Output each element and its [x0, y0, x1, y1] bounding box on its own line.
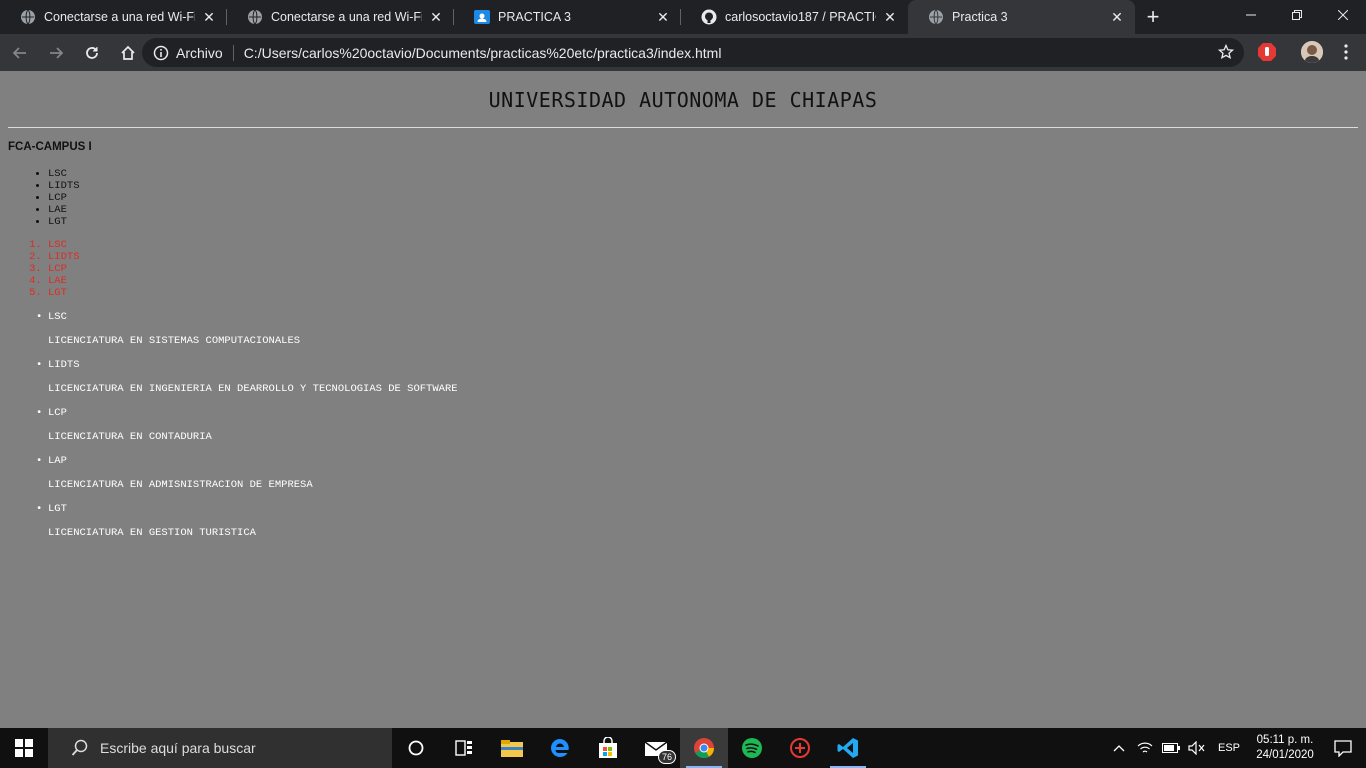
window-controls	[1228, 0, 1366, 30]
store-icon[interactable]	[584, 728, 632, 768]
menu-icon[interactable]	[1338, 43, 1354, 61]
list-item: LIDTS	[48, 251, 80, 263]
bullet: •	[36, 455, 43, 467]
career-description: LICENCIATURA EN ADMISNISTRACION DE EMPRE…	[48, 479, 313, 491]
list-item: LSC	[48, 168, 80, 180]
unordered-list: LSC LIDTS LCP LAE LGT	[48, 168, 80, 228]
windows-taskbar: Escribe aquí para buscar 76 ESP 05:11 p.…	[0, 728, 1366, 768]
close-icon[interactable]: ✕	[428, 9, 444, 25]
avatar[interactable]	[1301, 41, 1323, 63]
tab-wifi-1[interactable]: Conectarse a una red Wi-Fi ✕	[0, 0, 227, 34]
battery-icon[interactable]	[1160, 743, 1182, 753]
close-icon[interactable]: ✕	[201, 9, 217, 25]
page-content: UNIVERSIDAD AUTONOMA DE CHIAPAS FCA-CAMP…	[0, 71, 1366, 728]
tab-title: PRACTICA 3	[498, 10, 571, 24]
cortana-icon[interactable]	[392, 728, 440, 768]
back-icon[interactable]	[4, 39, 36, 67]
tab-title: Conectarse a una red Wi-Fi	[44, 10, 195, 24]
classroom-icon	[474, 9, 490, 25]
edge-icon[interactable]	[536, 728, 584, 768]
github-icon	[701, 9, 717, 25]
list-item: LAE	[48, 275, 80, 287]
chevron-up-icon[interactable]	[1108, 744, 1130, 752]
tab-title: carlosoctavio187 / PRACTICA-3	[725, 10, 876, 24]
clock-time: 05:11 p. m.	[1256, 734, 1314, 746]
career-code: LSC	[48, 311, 67, 323]
globe-icon	[247, 9, 263, 25]
chrome-icon[interactable]	[680, 728, 728, 768]
clock[interactable]: 05:11 p. m. 24/01/2020	[1250, 733, 1320, 763]
notification-icon[interactable]	[1320, 739, 1366, 757]
tab-wifi-2[interactable]: Conectarse a una red Wi-Fi ✕	[227, 0, 454, 34]
taskbar-search-input[interactable]: Escribe aquí para buscar	[48, 728, 392, 768]
adblock-extension-icon[interactable]	[1257, 42, 1277, 62]
file-explorer-icon[interactable]	[488, 728, 536, 768]
tab-strip: Conectarse a una red Wi-Fi ✕ Conectarse …	[0, 0, 1366, 34]
page-subtitle: FCA-CAMPUS I	[8, 141, 92, 153]
search-icon	[60, 739, 100, 757]
tab-practica-3[interactable]: Practica 3 ✕	[908, 0, 1135, 34]
list-item: LAE	[48, 204, 80, 216]
career-description: LICENCIATURA EN INGENIERIA EN DEARROLLO …	[48, 383, 458, 395]
spotify-icon[interactable]	[728, 728, 776, 768]
new-tab-button[interactable]: +	[1135, 0, 1171, 34]
url-text[interactable]: C:/Users/carlos%20octavio/Documents/prac…	[244, 45, 722, 61]
mail-badge: 76	[657, 750, 676, 764]
close-icon[interactable]: ✕	[1109, 9, 1125, 25]
bullet: •	[36, 359, 43, 371]
page-title: UNIVERSIDAD AUTONOMA DE CHIAPAS	[488, 88, 878, 112]
language-indicator[interactable]: ESP	[1218, 742, 1240, 754]
close-icon[interactable]: ✕	[882, 9, 898, 25]
career-code: LIDTS	[48, 359, 80, 371]
tab-title: Conectarse a una red Wi-Fi	[271, 10, 422, 24]
tab-title: Practica 3	[952, 10, 1008, 24]
career-description: LICENCIATURA EN CONTADURIA	[48, 431, 212, 443]
info-icon[interactable]	[146, 45, 176, 61]
list-item: LGT	[48, 287, 80, 299]
app-red-icon[interactable]	[776, 728, 824, 768]
home-icon[interactable]	[112, 39, 144, 67]
bullet: •	[36, 407, 43, 419]
list-item: LIDTS	[48, 180, 80, 192]
clock-date: 24/01/2020	[1256, 749, 1314, 761]
wifi-icon[interactable]	[1134, 741, 1156, 755]
list-item: LGT	[48, 216, 80, 228]
mail-icon[interactable]: 76	[632, 728, 680, 768]
windows-start-icon[interactable]	[0, 728, 48, 768]
divider	[8, 127, 1358, 128]
close-window-icon[interactable]	[1320, 0, 1366, 30]
scheme-label: Archivo	[176, 44, 223, 61]
bookmark-star-icon[interactable]	[1217, 43, 1235, 63]
bullet: •	[36, 311, 43, 323]
globe-icon	[928, 9, 944, 25]
career-description: LICENCIATURA EN SISTEMAS COMPUTACIONALES	[48, 335, 301, 347]
tab-practica-classroom[interactable]: PRACTICA 3 ✕	[454, 0, 681, 34]
career-code: LGT	[48, 503, 67, 515]
ordered-list: LSC LIDTS LCP LAE LGT	[48, 239, 80, 299]
restore-icon[interactable]	[1274, 0, 1320, 30]
globe-icon	[20, 9, 36, 25]
career-code: LCP	[48, 407, 67, 419]
minimize-icon[interactable]	[1228, 0, 1274, 30]
vscode-icon[interactable]	[824, 728, 872, 768]
search-placeholder: Escribe aquí para buscar	[100, 740, 256, 756]
list-item: LSC	[48, 239, 80, 251]
list-item: LCP	[48, 263, 80, 275]
tab-github[interactable]: carlosoctavio187 / PRACTICA-3 ✕	[681, 0, 908, 34]
task-view-icon[interactable]	[440, 728, 488, 768]
close-icon[interactable]: ✕	[655, 9, 671, 25]
address-bar[interactable]: Archivo C:/Users/carlos%20octavio/Docume…	[142, 38, 1244, 67]
career-description: LICENCIATURA EN GESTION TURISTICA	[48, 527, 256, 539]
bullet: •	[36, 503, 43, 515]
list-item: LCP	[48, 192, 80, 204]
volume-muted-icon[interactable]	[1186, 741, 1208, 755]
system-tray: ESP 05:11 p. m. 24/01/2020	[1106, 728, 1366, 768]
reload-icon[interactable]	[76, 39, 108, 67]
forward-icon[interactable]	[40, 39, 72, 67]
career-code: LAP	[48, 455, 67, 467]
